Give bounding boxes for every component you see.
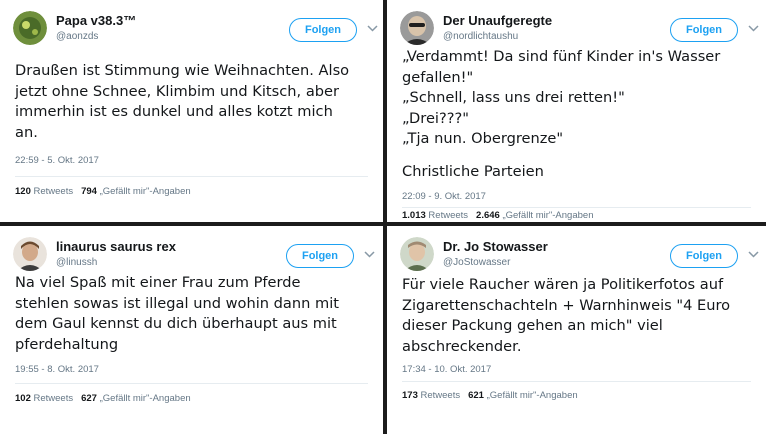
display-name[interactable]: Dr. Jo Stowasser — [443, 239, 548, 254]
tweet-text-line: pferdehaltung — [15, 335, 119, 353]
retweet-count[interactable]: 102 — [15, 393, 31, 404]
likes-label[interactable]: „Gefällt mir"-Angaben — [487, 390, 578, 401]
tweet-text-line: gefallen!" — [402, 68, 474, 86]
grid-divider-horizontal — [0, 222, 766, 226]
avatar[interactable] — [13, 237, 47, 271]
tweet-text-line: Draußen ist Stimmung wie Weihnachten. Al… — [15, 62, 350, 79]
likes-label[interactable]: „Gefällt mir"-Angaben — [100, 393, 191, 404]
retweets-label[interactable]: Retweets — [34, 186, 74, 197]
tweet-stats: 173 Retweets 621 „Gefällt mir"-Angaben — [402, 390, 578, 401]
tweet-card: Der Unaufgeregte @nordlichtaushu Folgen … — [387, 0, 766, 222]
like-count[interactable]: 2.646 — [476, 210, 500, 221]
tweet-text: Draußen ist Stimmung wie Weihnachten. Al… — [15, 61, 349, 143]
tweet-stats: 1.013 Retweets 2.646 „Gefällt mir"-Angabe… — [402, 210, 593, 221]
display-name[interactable]: Der Unaufgeregte — [443, 13, 552, 28]
tweet-text-line: „Drei???" — [402, 109, 469, 127]
like-count[interactable]: 621 — [468, 390, 484, 401]
avatar[interactable] — [400, 237, 434, 271]
user-handle[interactable]: @nordlichtaushu — [443, 31, 518, 42]
retweet-count[interactable]: 173 — [402, 390, 418, 401]
like-count[interactable]: 627 — [81, 393, 97, 404]
tweet-text-line: „Tja nun. Obergrenze" — [402, 130, 564, 147]
follow-button[interactable]: Folgen — [670, 244, 738, 268]
chevron-down-icon[interactable] — [747, 22, 759, 34]
user-handle[interactable]: @linussh — [56, 257, 97, 268]
tweet-text-line: Für viele Raucher wären ja Politikerfoto… — [402, 276, 724, 293]
retweets-label[interactable]: Retweets — [421, 390, 461, 401]
tweet-timestamp[interactable]: 22:09 - 9. Okt. 2017 — [402, 191, 486, 202]
follow-button[interactable]: Folgen — [286, 244, 354, 268]
tweet-card: Dr. Jo Stowasser @JoStowasser Folgen Für… — [387, 226, 766, 434]
tweet-text-line: dieser Packung gehen an mich" viel — [402, 317, 663, 334]
divider — [15, 176, 368, 177]
chevron-down-icon[interactable] — [747, 248, 759, 260]
tweet-timestamp[interactable]: 17:34 - 10. Okt. 2017 — [402, 364, 491, 375]
tweet-card: linaurus saurus rex @linussh Folgen Na v… — [0, 226, 383, 434]
tweet-text-line: Na viel Spaß mit einer Frau zum Pferde — [15, 274, 301, 291]
retweet-count[interactable]: 1.013 — [402, 210, 426, 221]
tweet-text-line: Zigarettenschachteln + Warnhinweis "4 Eu… — [402, 296, 731, 314]
likes-label[interactable]: „Gefällt mir"-Angaben — [502, 210, 593, 221]
display-name[interactable]: linaurus saurus rex — [56, 239, 176, 254]
avatar[interactable] — [400, 11, 434, 45]
grid-divider-vertical — [383, 0, 387, 434]
tweet-text-line: Christliche Parteien — [402, 162, 544, 180]
tweet-text: Na viel Spaß mit einer Frau zum Pferde s… — [15, 273, 339, 355]
tweet-card: Papa v38.3™ @aonzds Folgen Draußen ist S… — [0, 0, 383, 208]
divider — [15, 383, 368, 384]
likes-label[interactable]: „Gefällt mir"-Angaben — [100, 186, 191, 197]
tweet-text-line: immerhin ist es dunkel und alles kotzt m… — [15, 103, 333, 120]
tweet-text-line: jetzt ohne Schnee, Klimbim und Kitsch, a… — [15, 82, 339, 100]
tweet-timestamp[interactable]: 22:59 - 5. Okt. 2017 — [15, 155, 99, 166]
tweet-text-line: an. — [15, 123, 38, 141]
tweet-text: Für viele Raucher wären ja Politikerfoto… — [402, 275, 730, 357]
chevron-down-icon[interactable] — [366, 22, 378, 34]
tweet-text-line: „Schnell, lass uns drei retten!" — [402, 89, 625, 106]
tweet-text-line: „Verdammt! Da sind fünf Kinder in's Wass… — [402, 48, 721, 65]
user-handle[interactable]: @JoStowasser — [443, 257, 510, 268]
user-handle[interactable]: @aonzds — [56, 31, 98, 42]
retweets-label[interactable]: Retweets — [34, 393, 74, 404]
tweet-stats: 102 Retweets 627 „Gefällt mir"-Angaben — [15, 393, 191, 404]
avatar[interactable] — [13, 11, 47, 45]
tweet-text-line: abschreckender. — [402, 337, 522, 355]
tweet-text: „Verdammt! Da sind fünf Kinder in's Wass… — [402, 47, 720, 182]
retweet-count[interactable]: 120 — [15, 186, 31, 197]
divider — [402, 207, 751, 208]
tweet-text-line: stehlen sowas ist illegal und wohin dann… — [15, 294, 339, 312]
tweet-text-line: dem Gaul kennst du dich überhaupt aus mi… — [15, 315, 337, 332]
tweet-stats: 120 Retweets 794 „Gefällt mir"-Angaben — [15, 186, 191, 197]
retweets-label[interactable]: Retweets — [428, 210, 468, 221]
divider — [402, 381, 751, 382]
chevron-down-icon[interactable] — [363, 248, 375, 260]
display-name[interactable]: Papa v38.3™ — [56, 13, 136, 28]
like-count[interactable]: 794 — [81, 186, 97, 197]
follow-button[interactable]: Folgen — [289, 18, 357, 42]
tweet-timestamp[interactable]: 19:55 - 8. Okt. 2017 — [15, 364, 99, 375]
follow-button[interactable]: Folgen — [670, 18, 738, 42]
